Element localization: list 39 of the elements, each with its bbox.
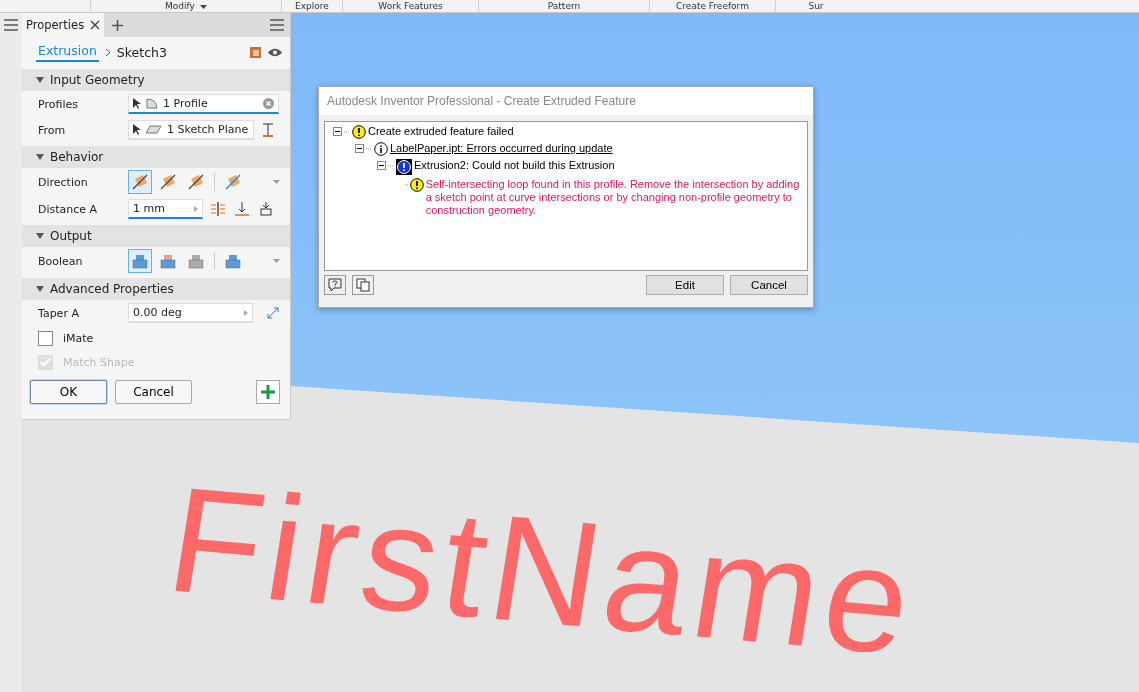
section-header[interactable]: Advanced Properties bbox=[22, 278, 290, 300]
field-label: Direction bbox=[38, 175, 89, 189]
breadcrumb-text: Sketch3 bbox=[116, 45, 167, 60]
tree-item-text: Create extruded feature failed bbox=[368, 125, 514, 138]
ribbon-tab[interactable]: Pattern bbox=[478, 0, 649, 12]
field-label: Distance A bbox=[38, 202, 99, 216]
field-label: Boolean bbox=[38, 254, 84, 268]
extruded-text: FirstName bbox=[157, 454, 928, 689]
properties-tab[interactable]: Properties bbox=[22, 13, 105, 37]
section-header[interactable]: Input Geometry bbox=[22, 69, 290, 91]
selection-field[interactable]: 1 Profile bbox=[128, 94, 279, 114]
cancel-button[interactable]: Cancel bbox=[730, 275, 808, 295]
field-label: Profiles bbox=[38, 97, 79, 111]
section-title: Behavior bbox=[50, 150, 104, 164]
edit-button[interactable]: Edit bbox=[646, 275, 724, 295]
checkbox-label: Match Shape bbox=[63, 355, 135, 369]
ribbon-tab[interactable]: Create Freeform bbox=[649, 0, 775, 12]
number-field[interactable]: 1 mm bbox=[128, 199, 203, 219]
dialog-title: Autodesk Inventor Professional - Create Extruded Feature bbox=[319, 87, 813, 115]
section-title: Input Geometry bbox=[50, 73, 145, 87]
ok-button[interactable]: OK bbox=[30, 380, 107, 404]
number-field[interactable]: 0.00 deg bbox=[128, 303, 253, 323]
selection-field[interactable]: 1 Sketch Plane bbox=[128, 120, 254, 140]
section-header[interactable]: Output bbox=[22, 225, 290, 247]
checkbox-label: iMate bbox=[63, 331, 94, 345]
field-label: From bbox=[38, 123, 67, 137]
section-title: Output bbox=[50, 229, 92, 243]
ribbon-tab[interactable]: Explore bbox=[281, 0, 342, 12]
field-label: Taper A bbox=[38, 306, 80, 320]
ribbon-tab[interactable]: Modify bbox=[90, 0, 281, 12]
breadcrumb-link[interactable]: Extrusion bbox=[36, 43, 99, 62]
tree-link[interactable]: LabelPaper.ipt: Errors occurred during update bbox=[390, 142, 613, 155]
tree-item-text: Extrusion2: Could not build this Extrusion bbox=[414, 159, 615, 172]
section-title: Advanced Properties bbox=[50, 282, 174, 296]
cancel-button[interactable]: Cancel bbox=[115, 380, 192, 404]
ribbon-tab[interactable]: Work Features bbox=[342, 0, 478, 12]
ribbon-tab[interactable]: Sur bbox=[775, 0, 856, 12]
section-header[interactable]: Behavior bbox=[22, 146, 290, 168]
error-message: Self-intersecting loop found in this profile. Remove the intersection by adding a sketch point at curve intersections or by changing non-profile geometry to construction geometry. bbox=[425, 178, 801, 217]
